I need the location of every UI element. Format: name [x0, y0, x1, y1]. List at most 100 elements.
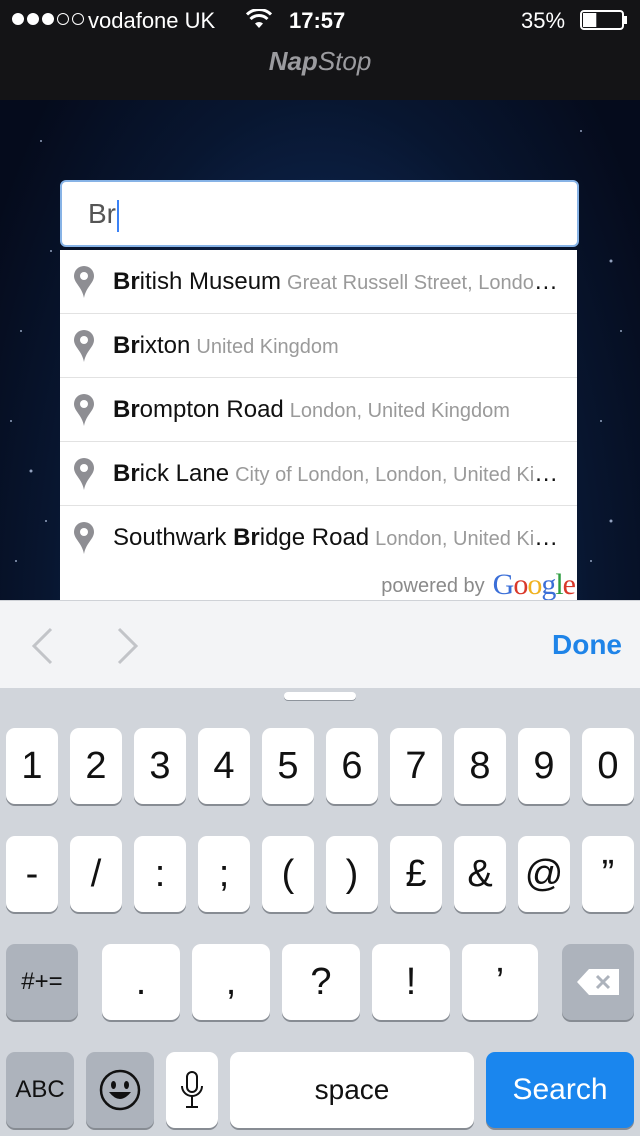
google-logo-letter: o: [527, 568, 542, 600]
signal-strength-icon: [12, 13, 84, 25]
key-colon[interactable]: :: [134, 836, 186, 912]
google-attribution: powered by Google: [381, 568, 576, 600]
suggestion-text: British Museum Great Russell Street, Lond…: [113, 268, 565, 296]
suggestion-text: Brick Lane City of London, London, United…: [113, 460, 565, 488]
key-0[interactable]: 0: [582, 728, 634, 804]
backspace-key[interactable]: [562, 944, 634, 1020]
microphone-icon: [181, 1071, 203, 1108]
suggestion-item[interactable]: British Museum Great Russell Street, Lond…: [60, 250, 577, 314]
key-semicolon[interactable]: ;: [198, 836, 250, 912]
google-logo-letter: g: [541, 568, 556, 600]
app-title: NapStop: [268, 46, 372, 76]
battery-icon: [580, 10, 627, 30]
star: [580, 130, 582, 132]
key-8[interactable]: 8: [454, 728, 506, 804]
key-3[interactable]: 3: [134, 728, 186, 804]
signal-dot: [42, 13, 54, 25]
emoji-icon: [99, 1069, 141, 1111]
backspace-icon: [577, 969, 619, 995]
keyboard-handle: [284, 692, 356, 700]
powered-by-label: powered by: [381, 575, 485, 597]
star: [29, 469, 33, 473]
star: [50, 250, 52, 252]
battery-percent: 35%: [521, 8, 566, 33]
location-pin-icon: [74, 265, 94, 298]
google-logo-letter: o: [513, 568, 528, 600]
suggestion-secondary: City of London, London, United Kingdom: [235, 463, 565, 486]
key-slash[interactable]: /: [70, 836, 122, 912]
signal-dot: [72, 13, 84, 25]
previous-field-chevron-icon[interactable]: [31, 627, 53, 665]
google-logo-letter: G: [492, 568, 515, 600]
key-ampersand[interactable]: &: [454, 836, 506, 912]
star: [609, 259, 613, 263]
key-9[interactable]: 9: [518, 728, 570, 804]
key-1[interactable]: 1: [6, 728, 58, 804]
location-pin-icon: [74, 329, 94, 362]
keyboard-accessory-toolbar: Done: [0, 600, 640, 688]
space-key[interactable]: space: [230, 1052, 474, 1128]
clock: 17:57: [289, 8, 346, 33]
suggestion-item[interactable]: Southwark Bridge Road London, United King…: [60, 506, 577, 570]
key-hyphen[interactable]: -: [6, 836, 58, 912]
text-caret: [117, 199, 119, 232]
key-exclamation[interactable]: !: [372, 944, 450, 1020]
microphone-key[interactable]: [166, 1052, 218, 1128]
search-input-value: Br: [88, 198, 116, 229]
star: [10, 420, 12, 422]
location-pin-icon: [74, 457, 94, 490]
key-open-paren[interactable]: (: [262, 836, 314, 912]
location-pin-icon: [74, 393, 94, 426]
key-close-paren[interactable]: ): [326, 836, 378, 912]
status-bar: vodafone UK 17:57 35%: [0, 0, 640, 40]
google-logo: Google: [492, 568, 576, 600]
google-logo-letter: l: [555, 568, 563, 600]
next-field-chevron-icon[interactable]: [117, 627, 139, 665]
star: [15, 560, 17, 562]
star: [620, 330, 622, 332]
suggestion-text: Brixton United Kingdom: [113, 331, 339, 359]
key-5[interactable]: 5: [262, 728, 314, 804]
key-4[interactable]: 4: [198, 728, 250, 804]
search-input[interactable]: Br: [60, 180, 579, 247]
star: [20, 330, 22, 332]
suggestion-item[interactable]: Brick Lane City of London, London, United…: [60, 442, 577, 506]
google-logo-letter: e: [562, 568, 576, 600]
abc-key[interactable]: ABC: [6, 1052, 74, 1128]
key-quote[interactable]: ”: [582, 836, 634, 912]
star: [609, 519, 613, 523]
key-apostrophe[interactable]: ’: [462, 944, 538, 1020]
suggestion-text: Brompton Road London, United Kingdom: [113, 395, 510, 423]
key-2[interactable]: 2: [70, 728, 122, 804]
done-button[interactable]: Done: [552, 629, 622, 661]
signal-dot: [12, 13, 24, 25]
star: [45, 520, 47, 522]
key-comma[interactable]: ,: [192, 944, 270, 1020]
suggestion-secondary: United Kingdom: [196, 335, 339, 358]
key-at[interactable]: @: [518, 836, 570, 912]
suggestion-item[interactable]: Brixton United Kingdom: [60, 314, 577, 378]
suggestion-secondary: London, United Kingdom: [375, 528, 565, 550]
key-7[interactable]: 7: [390, 728, 442, 804]
star: [600, 420, 602, 422]
carrier-label: vodafone UK: [88, 8, 216, 33]
signal-dot: [27, 13, 39, 25]
key-question[interactable]: ?: [282, 944, 360, 1020]
suggestion-secondary: Great Russell Street, London, United Kin…: [287, 271, 565, 294]
suggestion-text: Southwark Bridge Road London, United King…: [113, 524, 565, 552]
symbols-key[interactable]: #+=: [6, 944, 78, 1020]
star: [590, 560, 592, 562]
search-key[interactable]: Search: [486, 1052, 634, 1128]
autocomplete-suggestions: British Museum Great Russell Street, Lond…: [60, 250, 577, 600]
suggestion-item[interactable]: Brompton Road London, United Kingdom: [60, 378, 577, 442]
key-6[interactable]: 6: [326, 728, 378, 804]
emoji-key[interactable]: [86, 1052, 154, 1128]
keyboard: 1 2 3 4 5 6 7 8 9 0 - / : ; ( ) £ & @ ” …: [0, 688, 640, 1136]
key-period[interactable]: .: [102, 944, 180, 1020]
suggestion-secondary: London, United Kingdom: [289, 399, 510, 422]
star: [40, 140, 42, 142]
key-pound[interactable]: £: [390, 836, 442, 912]
signal-dot: [57, 13, 69, 25]
location-pin-icon: [74, 522, 94, 554]
wifi-icon: [246, 9, 272, 28]
